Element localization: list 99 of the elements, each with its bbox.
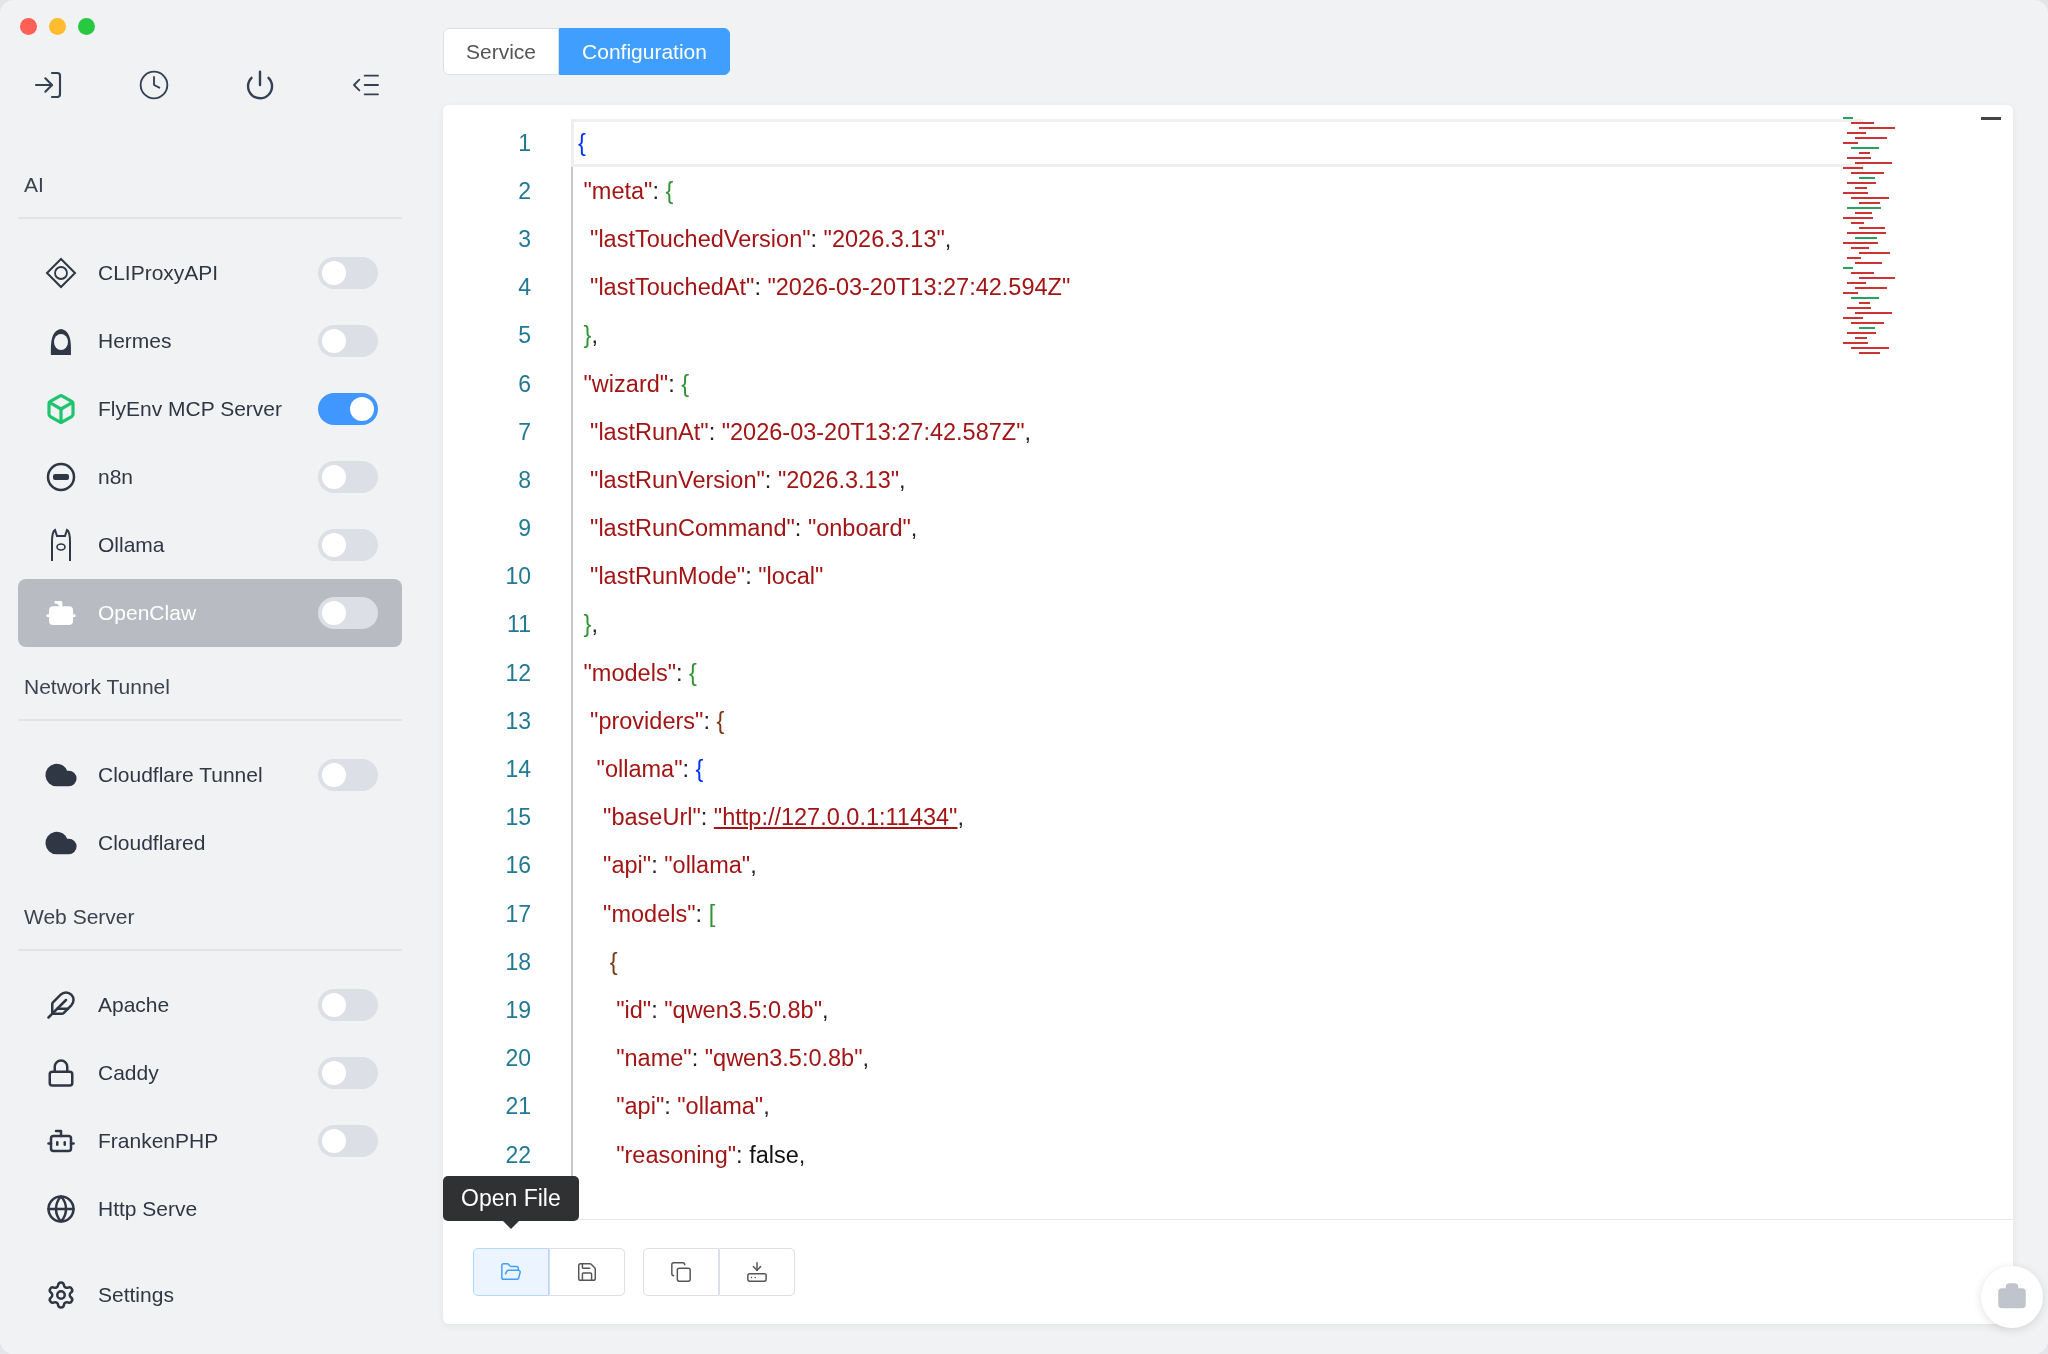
feather-icon	[44, 988, 78, 1022]
code-line: "lastRunVersion": "2026.3.13",	[571, 456, 1863, 505]
sidebar-item[interactable]: Cloudflared	[18, 809, 402, 877]
item-label: Hermes	[98, 329, 173, 353]
export-icon	[746, 1261, 768, 1283]
settings-label[interactable]: Settings	[98, 1283, 376, 1307]
sidebar-item[interactable]: Cloudflare Tunnel	[18, 741, 402, 809]
line-number: 18	[504, 948, 532, 976]
sidebar-item[interactable]: Hermes	[18, 307, 402, 375]
save-icon	[576, 1261, 598, 1283]
folder-icon	[500, 1261, 522, 1283]
line-number: 10	[504, 563, 532, 591]
section-title: Web Server	[18, 877, 402, 951]
line-number: 6	[517, 370, 532, 398]
code-line: "lastRunMode": "local"	[571, 552, 1863, 601]
item-label: Cloudflared	[98, 831, 207, 855]
line-number: 17	[504, 900, 532, 928]
line-number: 14	[504, 756, 532, 784]
item-label: Caddy	[98, 1061, 160, 1085]
code-line: {	[571, 938, 1863, 987]
line-number: 19	[504, 996, 532, 1024]
line-number: 4	[517, 274, 532, 302]
line-number: 13	[504, 707, 532, 735]
sidebar-item[interactable]: Apache	[18, 971, 402, 1039]
toggle-switch[interactable]	[318, 393, 378, 425]
code-line: "lastRunCommand": "onboard",	[571, 504, 1863, 553]
code-line: "ollama": {	[571, 745, 1863, 794]
copy-button[interactable]	[643, 1248, 719, 1296]
cube-icon	[44, 392, 78, 426]
item-label: CLIProxyAPI	[98, 261, 220, 285]
line-number: 16	[504, 852, 532, 880]
tab[interactable]: Service	[443, 28, 560, 75]
line-number: 15	[504, 804, 532, 832]
sidebar-item[interactable]: Ollama	[18, 511, 402, 579]
sidebar-item[interactable]: FlyEnv MCP Server	[18, 375, 402, 443]
toggle-switch[interactable]	[318, 989, 378, 1021]
item-label: OpenClaw	[98, 601, 198, 625]
toggle-switch[interactable]	[318, 1057, 378, 1089]
line-number: 21	[504, 1093, 532, 1121]
copy-icon	[670, 1261, 692, 1283]
line-number: 8	[517, 466, 532, 494]
item-label: n8n	[98, 465, 135, 489]
item-label: Apache	[98, 993, 171, 1017]
sidebar-item[interactable]: Http Serve	[18, 1175, 402, 1243]
zoom-button[interactable]	[78, 18, 95, 35]
power-icon[interactable]	[244, 69, 276, 101]
item-label: FlyEnv MCP Server	[98, 397, 283, 421]
circle-icon	[44, 460, 78, 494]
diamond-icon	[44, 256, 78, 290]
toggle-switch[interactable]	[318, 597, 378, 629]
code-line: "providers": {	[571, 697, 1863, 746]
line-number: 22	[504, 1141, 532, 1169]
toggle-switch[interactable]	[318, 759, 378, 791]
save-button[interactable]	[549, 1248, 625, 1296]
export-button[interactable]	[719, 1248, 795, 1296]
line-number: 7	[517, 418, 532, 446]
code-line: "wizard": {	[571, 359, 1863, 409]
scrollbar-thumb[interactable]	[1981, 117, 2001, 120]
line-number: 9	[517, 515, 532, 543]
line-number: 20	[504, 1045, 532, 1073]
tooltip: Open File	[443, 1176, 579, 1221]
globe-icon	[44, 1192, 78, 1226]
code-line: "lastRunAt": "2026-03-20T13:27:42.587Z",	[571, 408, 1863, 457]
sidebar-item[interactable]: n8n	[18, 443, 402, 511]
item-label: FrankenPHP	[98, 1129, 220, 1153]
section-title: AI	[18, 145, 402, 219]
code-line: },	[571, 600, 1863, 650]
toggle-switch[interactable]	[318, 1125, 378, 1157]
line-number: 12	[504, 659, 532, 687]
section-title: Network Tunnel	[18, 647, 402, 721]
minimize-button[interactable]	[49, 18, 66, 35]
item-label: Cloudflare Tunnel	[98, 763, 264, 787]
code-line: "id": "qwen3.5:0.8b",	[571, 986, 1863, 1035]
line-number: 1	[517, 129, 532, 157]
line-number: 11	[506, 611, 532, 639]
line-number: 2	[517, 177, 532, 205]
toggle-switch[interactable]	[318, 325, 378, 357]
sidebar-item[interactable]: Caddy	[18, 1039, 402, 1107]
code-line: {	[571, 119, 1863, 168]
sidebar-item[interactable]: FrankenPHP	[18, 1107, 402, 1175]
toggle-switch[interactable]	[318, 461, 378, 493]
close-button[interactable]	[20, 18, 37, 35]
line-number: 5	[517, 322, 532, 350]
line-number: 3	[517, 225, 532, 253]
briefcase-button[interactable]	[1981, 1266, 2043, 1328]
sidebar-item[interactable]: CLIProxyAPI	[18, 239, 402, 307]
item-label: Http Serve	[98, 1197, 199, 1221]
toggle-switch[interactable]	[318, 529, 378, 561]
code-line: "api": "ollama",	[571, 1082, 1863, 1131]
code-line: "name": "qwen3.5:0.8b",	[571, 1034, 1863, 1083]
tooltip-pointer-icon	[502, 1221, 519, 1229]
login-icon[interactable]	[32, 69, 64, 101]
code-line: "models": {	[571, 649, 1863, 698]
clock-icon[interactable]	[138, 69, 170, 101]
code-line: "models": [	[571, 890, 1863, 939]
code-line: "baseUrl": "http://127.0.0.1:11434",	[571, 793, 1863, 842]
item-label: Ollama	[98, 533, 166, 557]
code-line: "api": "ollama",	[571, 841, 1863, 890]
toggle-switch[interactable]	[318, 257, 378, 289]
